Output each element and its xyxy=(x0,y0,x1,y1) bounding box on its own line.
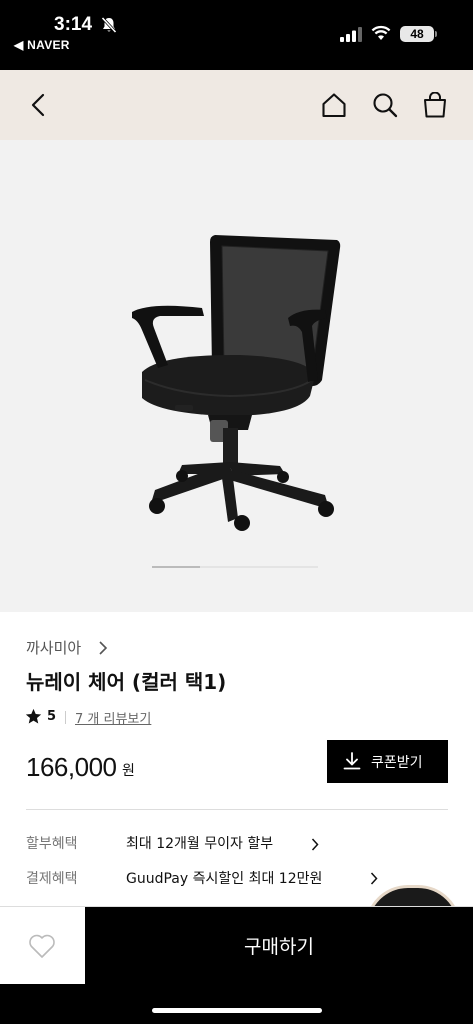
back-to-app-link[interactable]: ◀ NAVER xyxy=(14,38,70,52)
heart-icon xyxy=(29,934,55,958)
coupon-button-label: 쿠폰받기 xyxy=(371,755,423,771)
chevron-right-icon[interactable] xyxy=(370,872,378,885)
battery-indicator: 48 xyxy=(400,26,434,42)
search-icon[interactable] xyxy=(372,92,398,118)
payment-benefit-value[interactable]: GuudPay 즉시할인 최대 12만원 xyxy=(126,868,322,888)
star-icon xyxy=(25,708,42,724)
carousel-indicator-track xyxy=(200,566,318,568)
divider xyxy=(26,809,448,810)
status-time: 3:14 xyxy=(54,14,93,35)
wishlist-button[interactable] xyxy=(0,907,85,984)
currency-label: 원 xyxy=(122,763,135,779)
installment-benefit-value[interactable]: 최대 12개월 무이자 할부 xyxy=(126,833,273,853)
bell-off-icon xyxy=(101,16,117,34)
installment-benefit-label: 할부혜택 xyxy=(26,836,78,852)
chevron-right-icon[interactable] xyxy=(311,838,319,851)
carousel-indicator-active xyxy=(152,566,200,568)
home-icon[interactable] xyxy=(321,92,347,118)
app-header xyxy=(0,70,473,140)
rating-divider xyxy=(65,711,66,724)
coupon-button[interactable]: 쿠폰받기 xyxy=(327,740,448,783)
home-indicator[interactable] xyxy=(152,1008,322,1013)
back-chevron-icon[interactable] xyxy=(26,92,52,118)
product-image-carousel[interactable] xyxy=(0,140,473,612)
signal-icon xyxy=(340,27,362,42)
payment-benefit-label: 결제혜택 xyxy=(26,871,78,887)
bottom-purchase-bar: 구매하기 xyxy=(0,906,473,984)
reviews-link[interactable]: 7 개 리뷰보기 xyxy=(75,708,151,727)
wifi-icon xyxy=(371,25,391,40)
brand-link[interactable]: 까사미아 xyxy=(26,637,81,658)
buy-button[interactable]: 구매하기 xyxy=(85,907,473,984)
product-info: 까사미아 뉴레이 체어 (컬러 택1) 5 7 개 리뷰보기 166,000 원… xyxy=(0,612,473,928)
office-chair-image xyxy=(132,235,341,531)
rating-value: 5 xyxy=(47,709,57,724)
status-bar: 3:14 ◀ NAVER 48 xyxy=(0,0,473,70)
battery-tip xyxy=(435,31,437,37)
download-icon xyxy=(343,752,361,770)
shopping-bag-icon[interactable] xyxy=(422,92,448,118)
product-title: 뉴레이 체어 (컬러 택1) xyxy=(26,670,227,694)
price: 166,000 xyxy=(26,752,117,782)
chevron-right-icon[interactable] xyxy=(98,641,108,655)
buy-button-label: 구매하기 xyxy=(244,936,314,958)
home-indicator-area xyxy=(0,984,473,1024)
